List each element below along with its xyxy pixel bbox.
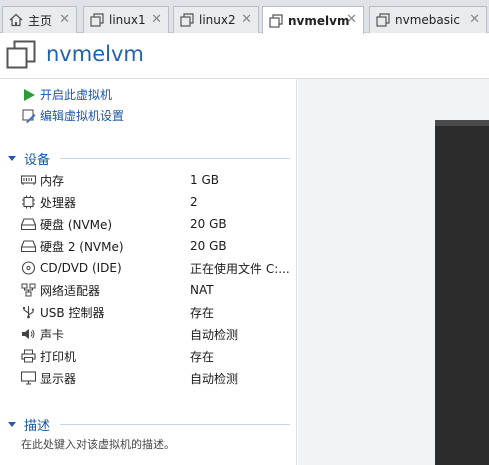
vm-preview-pane bbox=[298, 79, 489, 465]
display-icon bbox=[20, 371, 37, 385]
thumbnail-frame bbox=[435, 120, 489, 126]
hard-disk-icon bbox=[20, 239, 37, 253]
vm-icon bbox=[269, 13, 283, 28]
device-row-display[interactable]: 显示器 自动检测 bbox=[20, 367, 291, 389]
devices-section-title: 设备 bbox=[24, 153, 51, 168]
home-icon bbox=[9, 13, 23, 27]
device-value: 20 GB bbox=[190, 217, 227, 231]
description-section-title: 描述 bbox=[24, 419, 51, 434]
collapse-arrow-icon bbox=[8, 156, 16, 161]
tab-bar: 主页 ✕ linux1 ✕ linux2 ✕ nvmelvm ✕ nvmebas… bbox=[0, 0, 489, 34]
tab-label: linux1 bbox=[109, 13, 146, 27]
device-value: 存在 bbox=[190, 349, 215, 364]
network-adapter-icon bbox=[21, 283, 36, 297]
device-name: 内存 bbox=[40, 173, 65, 188]
usb-icon bbox=[21, 305, 36, 319]
close-icon[interactable]: ✕ bbox=[469, 13, 480, 26]
collapse-arrow-icon bbox=[8, 422, 16, 427]
vm-icon bbox=[376, 13, 390, 27]
device-name: 硬盘 (NVMe) bbox=[40, 217, 113, 232]
device-value: 20 GB bbox=[190, 239, 227, 253]
vm-icon bbox=[6, 40, 36, 70]
memory-icon bbox=[20, 173, 37, 187]
devices-section-toggle[interactable]: 设备 bbox=[8, 149, 50, 168]
vm-icon bbox=[180, 13, 194, 27]
device-value: 自动检测 bbox=[190, 327, 239, 342]
device-row-hard-disk[interactable]: 硬盘 (NVMe) 20 GB bbox=[20, 213, 291, 235]
device-value: 2 bbox=[190, 195, 198, 209]
close-icon[interactable]: ✕ bbox=[346, 13, 357, 26]
device-name: 网络适配器 bbox=[40, 283, 101, 298]
device-name: 处理器 bbox=[40, 195, 77, 210]
device-row-hard-disk-2[interactable]: 硬盘 2 (NVMe) 20 GB bbox=[20, 235, 291, 257]
device-name: 显示器 bbox=[40, 371, 77, 386]
play-icon bbox=[22, 88, 36, 102]
device-name: CD/DVD (IDE) bbox=[40, 261, 122, 275]
edit-settings-button[interactable]: 编辑虚拟机设置 bbox=[22, 107, 124, 124]
device-name: 声卡 bbox=[40, 327, 65, 342]
tab-label: 主页 bbox=[28, 13, 53, 28]
power-on-button[interactable]: 开启此虚拟机 bbox=[22, 86, 112, 103]
speaker-icon bbox=[21, 327, 36, 341]
device-row-processor[interactable]: 处理器 2 bbox=[21, 191, 291, 213]
device-value: NAT bbox=[190, 283, 214, 297]
power-on-label: 开启此虚拟机 bbox=[40, 88, 113, 102]
device-row-sound-card[interactable]: 声卡 自动检测 bbox=[21, 323, 291, 345]
device-row-memory[interactable]: 内存 1 GB bbox=[20, 169, 291, 191]
vm-details-pane: 开启此虚拟机 编辑虚拟机设置 设备 内存 1 GB 处理器 2 硬盘 (NVMe… bbox=[0, 79, 297, 465]
close-icon[interactable]: ✕ bbox=[59, 13, 70, 26]
device-row-usb-controller[interactable]: USB 控制器 存在 bbox=[21, 301, 291, 323]
tab-linux1[interactable]: linux1 ✕ bbox=[83, 6, 169, 33]
processor-icon bbox=[21, 195, 36, 209]
device-value: 自动检测 bbox=[190, 371, 239, 386]
edit-settings-icon bbox=[22, 108, 36, 123]
hard-disk-icon bbox=[20, 217, 37, 231]
tab-label: nvmelvm bbox=[288, 13, 350, 28]
tab-nvmebasic[interactable]: nvmebasic ✕ bbox=[369, 6, 487, 33]
device-name: USB 控制器 bbox=[40, 305, 105, 320]
vm-screen-thumbnail[interactable] bbox=[435, 120, 489, 465]
device-name: 打印机 bbox=[40, 349, 77, 364]
description-section-toggle[interactable]: 描述 bbox=[8, 415, 50, 434]
section-divider bbox=[60, 158, 290, 159]
section-divider bbox=[60, 424, 290, 425]
tab-label: nvmebasic bbox=[395, 13, 460, 27]
page-title: nvmelvm bbox=[46, 42, 144, 66]
close-icon[interactable]: ✕ bbox=[151, 13, 162, 26]
edit-settings-label: 编辑虚拟机设置 bbox=[40, 109, 125, 123]
device-name: 硬盘 2 (NVMe) bbox=[40, 239, 124, 254]
tab-home[interactable]: 主页 ✕ bbox=[2, 6, 77, 33]
tab-nvmelvm[interactable]: nvmelvm ✕ bbox=[262, 6, 364, 34]
device-value: 1 GB bbox=[190, 173, 219, 187]
device-value: 正在使用文件 C:... bbox=[190, 261, 290, 276]
description-input[interactable]: 在此处键入对该虚拟机的描述。 bbox=[21, 436, 175, 452]
vm-header: nvmelvm bbox=[0, 33, 489, 77]
tab-linux2[interactable]: linux2 ✕ bbox=[173, 6, 259, 33]
device-row-printer[interactable]: 打印机 存在 bbox=[21, 345, 291, 367]
cd-dvd-icon bbox=[21, 261, 36, 275]
device-row-network-adapter[interactable]: 网络适配器 NAT bbox=[21, 279, 291, 301]
vm-icon bbox=[90, 13, 104, 27]
device-value: 存在 bbox=[190, 305, 215, 320]
close-icon[interactable]: ✕ bbox=[241, 13, 252, 26]
printer-icon bbox=[21, 349, 36, 363]
tab-label: linux2 bbox=[199, 13, 236, 27]
device-row-cd-dvd[interactable]: CD/DVD (IDE) 正在使用文件 C:... bbox=[21, 257, 291, 279]
